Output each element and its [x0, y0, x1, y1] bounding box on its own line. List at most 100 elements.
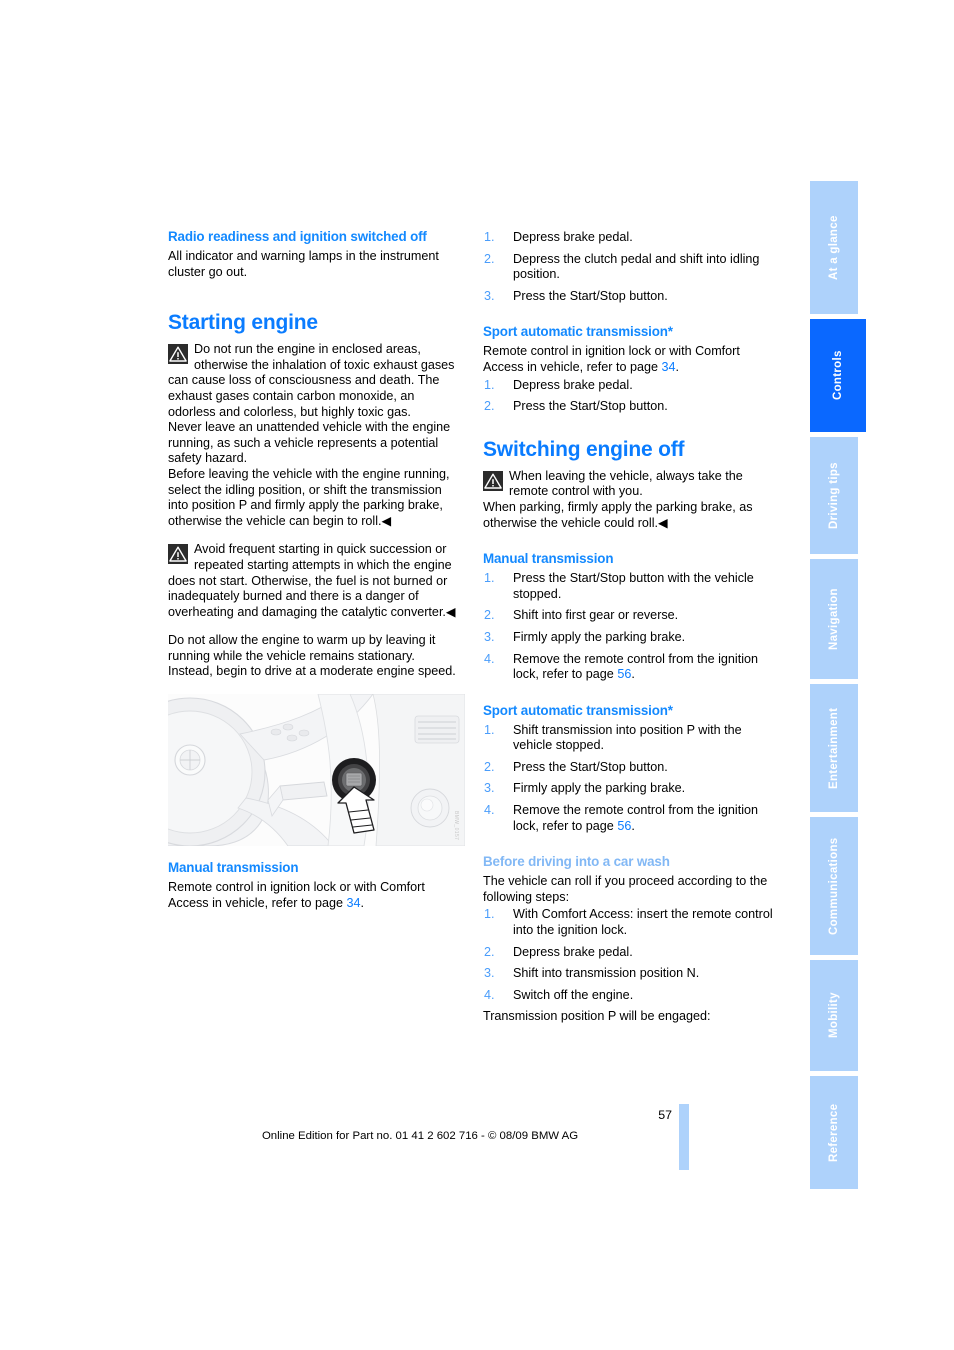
- manual-start-text-before: Remote control in ignition lock or with …: [168, 880, 425, 910]
- tab-label: Communications: [828, 837, 840, 935]
- tab-label: Reference: [828, 1103, 840, 1162]
- tab-entertainment[interactable]: Entertainment: [810, 684, 858, 812]
- warning-block-exhaust: Do not run the engine in enclosed areas,…: [168, 342, 460, 529]
- manual-page: Radio readiness and ignition switched of…: [0, 0, 954, 1350]
- list-number: 2.: [484, 399, 495, 414]
- warning-block-leaving-vehicle: When leaving the vehicle, always take th…: [483, 469, 775, 531]
- list-number: 2.: [484, 944, 495, 959]
- heading-sport-automatic-start: Sport automatic transmission*: [483, 324, 673, 340]
- list-text: With Comfort Access: insert the remote c…: [513, 907, 773, 938]
- tab-label: Controls: [832, 350, 844, 401]
- list-text: Depress brake pedal.: [513, 944, 633, 959]
- page-reference-link[interactable]: 56: [617, 667, 631, 681]
- list-item: 1. Depress brake pedal.: [483, 378, 775, 394]
- steering-wheel-ignition-lock-illustration: BMW_0157: [168, 694, 465, 847]
- page-reference-link[interactable]: 34: [662, 360, 676, 374]
- list-number: 2.: [484, 251, 495, 266]
- list-item: 1. Shift transmission into position P wit…: [483, 723, 775, 754]
- heading-switching-engine-off: Switching engine off: [483, 437, 685, 461]
- paragraph-radio-readiness: All indicator and warning lamps in the i…: [168, 249, 439, 279]
- paragraph-warmup: Do not allow the engine to warm up by le…: [168, 633, 456, 679]
- list-item: 2. Shift into first gear or reverse.: [483, 608, 775, 624]
- warning-triangle-icon: [483, 470, 503, 491]
- list-number: 4.: [484, 651, 495, 666]
- list-text: Shift into transmission position N.: [513, 966, 700, 981]
- tab-reference[interactable]: Reference: [810, 1076, 858, 1189]
- paragraph-car-wash-outro: Transmission position P will be engaged:: [483, 1009, 711, 1024]
- tab-label: Navigation: [828, 588, 840, 650]
- list-number: 1.: [484, 571, 495, 586]
- warning-exhaust-lead: Do not run the engine in enclosed areas,…: [168, 342, 455, 419]
- tab-driving-tips[interactable]: Driving tips: [810, 437, 858, 554]
- list-text: Firmly apply the parking brake.: [513, 629, 686, 644]
- heading-sport-automatic-off: Sport automatic transmission*: [483, 702, 673, 718]
- list-number: 3.: [484, 629, 495, 644]
- list-number: 4.: [484, 987, 495, 1002]
- list-text: Remove the remote control from the ignit…: [513, 651, 758, 682]
- list-text: Depress the clutch pedal and shift into …: [513, 251, 760, 282]
- right-text-column: 1. Depress brake pedal. 2. Depress the clu…: [483, 228, 775, 1025]
- list-item: 1. Press the Start/Stop button with the v…: [483, 571, 775, 602]
- list-manual-start-steps: 1. Depress brake pedal. 2. Depress the clu…: [483, 230, 775, 304]
- section-tab-rail: At a glance Controls Driving tips Naviga…: [810, 181, 866, 1189]
- list-item: 3. Shift into transmission position N.: [483, 966, 775, 982]
- list-item: 2. Depress the clutch pedal and shift int…: [483, 252, 775, 283]
- warning-leaving-lead: When leaving the vehicle, always take th…: [509, 468, 743, 499]
- tab-label: Driving tips: [828, 462, 840, 529]
- list-text: Press the Start/Stop button.: [513, 759, 668, 774]
- tab-at-a-glance[interactable]: At a glance: [810, 181, 858, 314]
- list-text: Firmly apply the parking brake.: [513, 781, 686, 796]
- list-car-wash-steps: 1. With Comfort Access: insert the remote…: [483, 907, 775, 1003]
- list-item: 2. Depress brake pedal.: [483, 945, 775, 961]
- list-text: Press the Start/Stop button with the veh…: [513, 571, 754, 601]
- tab-label: Entertainment: [828, 707, 840, 789]
- footer-accent-bar: [679, 1104, 689, 1170]
- list-number: 1.: [484, 377, 495, 392]
- list-number: 1.: [484, 722, 495, 737]
- list-text: Press the Start/Stop button.: [513, 288, 668, 303]
- warning-triangle-icon: [168, 344, 188, 365]
- list-text: Shift into first gear or reverse.: [513, 608, 679, 623]
- heading-starting-engine: Starting engine: [168, 311, 318, 335]
- list-item: 3. Firmly apply the parking brake.: [483, 781, 775, 797]
- list-item: 4. Remove the remote control from the ign…: [483, 652, 775, 683]
- manual-start-text-after: .: [360, 895, 365, 910]
- list-number: 3.: [484, 966, 495, 981]
- tab-label: At a glance: [828, 215, 840, 280]
- list-text: Press the Start/Stop button.: [513, 399, 668, 414]
- paragraph-sport-automatic-start: Remote control in ignition lock or with …: [483, 344, 775, 375]
- list-item: 3. Press the Start/Stop button.: [483, 289, 775, 305]
- warning-restart-lead: Avoid frequent starting in quick success…: [168, 542, 456, 619]
- list-item: 1. With Comfort Access: insert the remote…: [483, 907, 775, 938]
- warning-exhaust-para2: Never leave an unattended vehicle with t…: [168, 420, 451, 466]
- warning-leaving-para2: When parking, firmly apply the parking b…: [483, 499, 753, 530]
- paragraph-car-wash-intro: The vehicle can roll if you proceed acco…: [483, 874, 768, 904]
- heading-manual-transmission-start: Manual transmission: [168, 860, 299, 876]
- tab-communications[interactable]: Communications: [810, 817, 858, 955]
- figure-code: BMW_0157: [453, 810, 459, 841]
- warning-block-restart: Avoid frequent starting in quick success…: [168, 542, 460, 620]
- tab-navigation[interactable]: Navigation: [810, 559, 858, 679]
- list-item: 1. Depress brake pedal.: [483, 230, 775, 246]
- heading-manual-transmission-off: Manual transmission: [483, 551, 614, 567]
- warning-triangle-icon: [168, 544, 188, 565]
- footer-edition-text: Online Edition for Part no. 01 41 2 602 …: [261, 1130, 579, 1142]
- page-reference-link[interactable]: 34: [347, 896, 361, 910]
- list-number: 2.: [484, 759, 495, 774]
- list-sport-automatic-off-steps: 1. Shift transmission into position P wit…: [483, 723, 775, 835]
- list-number: 3.: [484, 781, 495, 796]
- paragraph-manual-transmission-start: Remote control in ignition lock or with …: [168, 880, 460, 911]
- tab-label: Mobility: [828, 992, 840, 1039]
- list-manual-off-steps: 1. Press the Start/Stop button with the v…: [483, 571, 775, 683]
- list-number: 3.: [484, 288, 495, 303]
- list-sport-automatic-start-steps: 1. Depress brake pedal. 2. Press the Start…: [483, 378, 775, 415]
- list-item: 2. Press the Start/Stop button.: [483, 399, 775, 415]
- tab-controls[interactable]: Controls: [810, 319, 866, 432]
- left-text-column: Radio readiness and ignition switched of…: [168, 228, 465, 911]
- list-number: 1.: [484, 907, 495, 922]
- page-reference-link[interactable]: 56: [617, 819, 631, 833]
- list-text: Remove the remote control from the ignit…: [513, 803, 758, 833]
- list-item: 2. Press the Start/Stop button.: [483, 760, 775, 776]
- tab-mobility[interactable]: Mobility: [810, 960, 858, 1071]
- heading-radio-readiness: Radio readiness and ignition switched of…: [168, 229, 427, 244]
